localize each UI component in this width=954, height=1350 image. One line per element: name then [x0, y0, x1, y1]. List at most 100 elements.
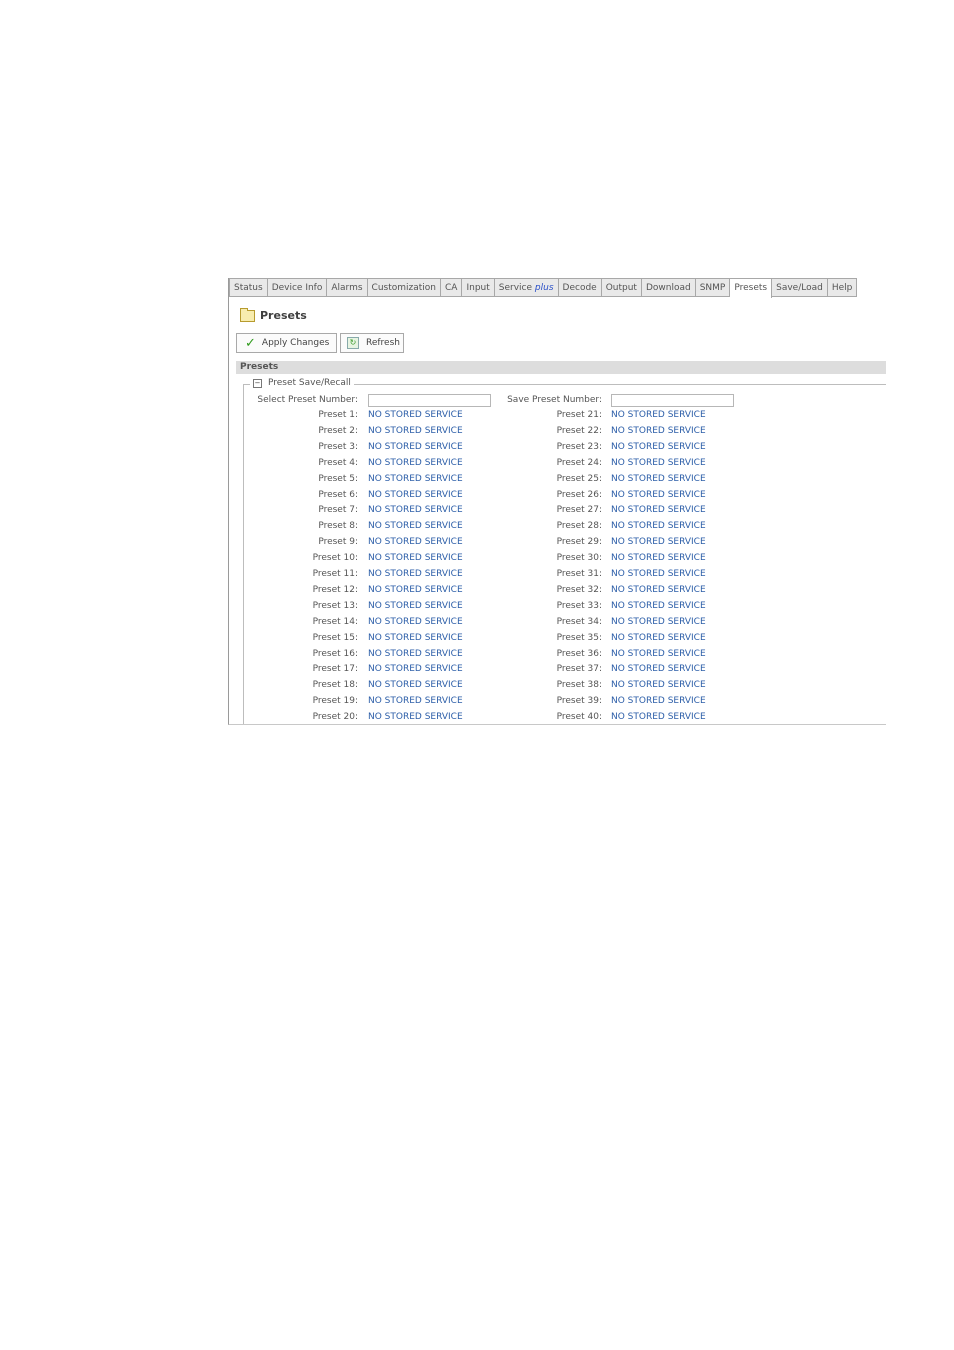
preset-value[interactable]: NO STORED SERVICE — [368, 505, 463, 515]
collapse-toggle-icon[interactable]: − — [253, 378, 262, 388]
tab-label: Alarms — [331, 283, 363, 293]
preset-value[interactable]: NO STORED SERVICE — [368, 601, 463, 611]
tab-label: Help — [831, 283, 853, 293]
tab-label: Customization — [371, 283, 437, 293]
preset-value[interactable]: NO STORED SERVICE — [611, 505, 706, 515]
preset-value[interactable]: NO STORED SERVICE — [611, 633, 706, 643]
tab-input[interactable]: Input — [462, 278, 495, 297]
preset-label: Preset 28: — [556, 521, 602, 531]
preset-value[interactable]: NO STORED SERVICE — [611, 521, 706, 531]
preset-label: Preset 16: — [312, 649, 358, 659]
preset-value[interactable]: NO STORED SERVICE — [368, 633, 463, 643]
tab-label: Presets — [734, 283, 768, 293]
save-preset-input[interactable] — [611, 394, 734, 407]
preset-value[interactable]: NO STORED SERVICE — [368, 553, 463, 563]
preset-value[interactable]: NO STORED SERVICE — [368, 426, 463, 436]
tab-label: Decode — [562, 283, 597, 293]
preset-value[interactable]: NO STORED SERVICE — [368, 680, 463, 690]
preset-label: Preset 24: — [556, 458, 602, 468]
preset-value[interactable]: NO STORED SERVICE — [611, 585, 706, 595]
preset-value[interactable]: NO STORED SERVICE — [368, 649, 463, 659]
apply-changes-button[interactable]: ✓ Apply Changes — [236, 333, 337, 353]
preset-label: Preset 10: — [312, 553, 358, 563]
tab-save-load[interactable]: Save/Load — [772, 278, 828, 297]
preset-value[interactable]: NO STORED SERVICE — [611, 569, 706, 579]
preset-label: Preset 33: — [556, 601, 602, 611]
preset-value[interactable]: NO STORED SERVICE — [611, 442, 706, 452]
preset-label: Preset 20: — [312, 712, 358, 722]
preset-label: Preset 14: — [312, 617, 358, 627]
preset-value[interactable]: NO STORED SERVICE — [368, 585, 463, 595]
preset-label: Preset 13: — [312, 601, 358, 611]
preset-value[interactable]: NO STORED SERVICE — [611, 553, 706, 563]
preset-value[interactable]: NO STORED SERVICE — [611, 410, 706, 420]
preset-value[interactable]: NO STORED SERVICE — [611, 474, 706, 484]
tab-label-suffix: plus — [534, 283, 554, 293]
preset-value[interactable]: NO STORED SERVICE — [611, 458, 706, 468]
preset-value[interactable]: NO STORED SERVICE — [611, 537, 706, 547]
tab-status[interactable]: Status — [229, 278, 268, 297]
section-header: Presets — [236, 361, 886, 374]
tab-label: Status — [234, 283, 263, 293]
tab-label: Save/Load — [776, 283, 823, 293]
fieldset-legend-text: Preset Save/Recall — [268, 378, 351, 388]
tab-alarms[interactable]: Alarms — [327, 278, 368, 297]
tab-label: Service — [498, 283, 533, 293]
tab-device-info[interactable]: Device Info — [267, 278, 328, 297]
tab-label: Device Info — [271, 283, 323, 293]
preset-label: Preset 38: — [556, 680, 602, 690]
preset-label: Preset 35: — [556, 633, 602, 643]
tab-service[interactable]: Service plus — [494, 278, 559, 297]
preset-label: Preset 27: — [556, 505, 602, 515]
preset-value[interactable]: NO STORED SERVICE — [611, 712, 706, 722]
tab-snmp[interactable]: SNMP — [695, 278, 731, 297]
preset-label: Preset 5: — [318, 474, 358, 484]
preset-value[interactable]: NO STORED SERVICE — [611, 601, 706, 611]
preset-value[interactable]: NO STORED SERVICE — [611, 490, 706, 500]
preset-value[interactable]: NO STORED SERVICE — [368, 617, 463, 627]
preset-value[interactable]: NO STORED SERVICE — [368, 712, 463, 722]
tab-help[interactable]: Help — [827, 278, 858, 297]
preset-value[interactable]: NO STORED SERVICE — [368, 664, 463, 674]
preset-value[interactable]: NO STORED SERVICE — [611, 680, 706, 690]
preset-value[interactable]: NO STORED SERVICE — [368, 569, 463, 579]
preset-value[interactable]: NO STORED SERVICE — [611, 696, 706, 706]
refresh-button[interactable]: ↻ Refresh — [340, 333, 404, 353]
preset-label: Preset 32: — [556, 585, 602, 595]
tab-label: Input — [466, 283, 490, 293]
checkmark-icon: ✓ — [245, 335, 256, 351]
preset-value[interactable]: NO STORED SERVICE — [368, 410, 463, 420]
preset-value[interactable]: NO STORED SERVICE — [368, 474, 463, 484]
preset-label: Preset 17: — [312, 664, 358, 674]
preset-value[interactable]: NO STORED SERVICE — [368, 458, 463, 468]
preset-save-recall-fieldset: − Preset Save/Recall Select Preset Numbe… — [243, 378, 886, 724]
preset-label: Preset 4: — [318, 458, 358, 468]
preset-value[interactable]: NO STORED SERVICE — [611, 617, 706, 627]
preset-value[interactable]: NO STORED SERVICE — [368, 442, 463, 452]
tab-ca[interactable]: CA — [441, 278, 463, 297]
apply-changes-label: Apply Changes — [261, 338, 330, 348]
presets-window: Status Device Info Alarms Customization CA In… — [228, 278, 886, 725]
preset-value[interactable]: NO STORED SERVICE — [368, 696, 463, 706]
preset-value[interactable]: NO STORED SERVICE — [611, 649, 706, 659]
tab-download[interactable]: Download — [641, 278, 696, 297]
preset-label: Preset 15: — [312, 633, 358, 643]
preset-value[interactable]: NO STORED SERVICE — [368, 537, 463, 547]
preset-label: Preset 1: — [318, 410, 358, 420]
preset-value[interactable]: NO STORED SERVICE — [611, 426, 706, 436]
preset-label: Preset 8: — [318, 521, 358, 531]
preset-label: Preset 29: — [556, 537, 602, 547]
preset-label: Preset 18: — [312, 680, 358, 690]
tab-customization[interactable]: Customization — [367, 278, 442, 297]
preset-label: Preset 21: — [556, 410, 602, 420]
preset-label: Preset 11: — [312, 569, 358, 579]
preset-value[interactable]: NO STORED SERVICE — [368, 521, 463, 531]
tab-output[interactable]: Output — [601, 278, 642, 297]
preset-label: Preset 30: — [556, 553, 602, 563]
preset-label: Preset 36: — [556, 649, 602, 659]
tab-decode[interactable]: Decode — [558, 278, 602, 297]
tab-presets[interactable]: Presets — [730, 278, 773, 298]
preset-value[interactable]: NO STORED SERVICE — [368, 490, 463, 500]
preset-value[interactable]: NO STORED SERVICE — [611, 664, 706, 674]
select-preset-input[interactable] — [368, 394, 491, 407]
